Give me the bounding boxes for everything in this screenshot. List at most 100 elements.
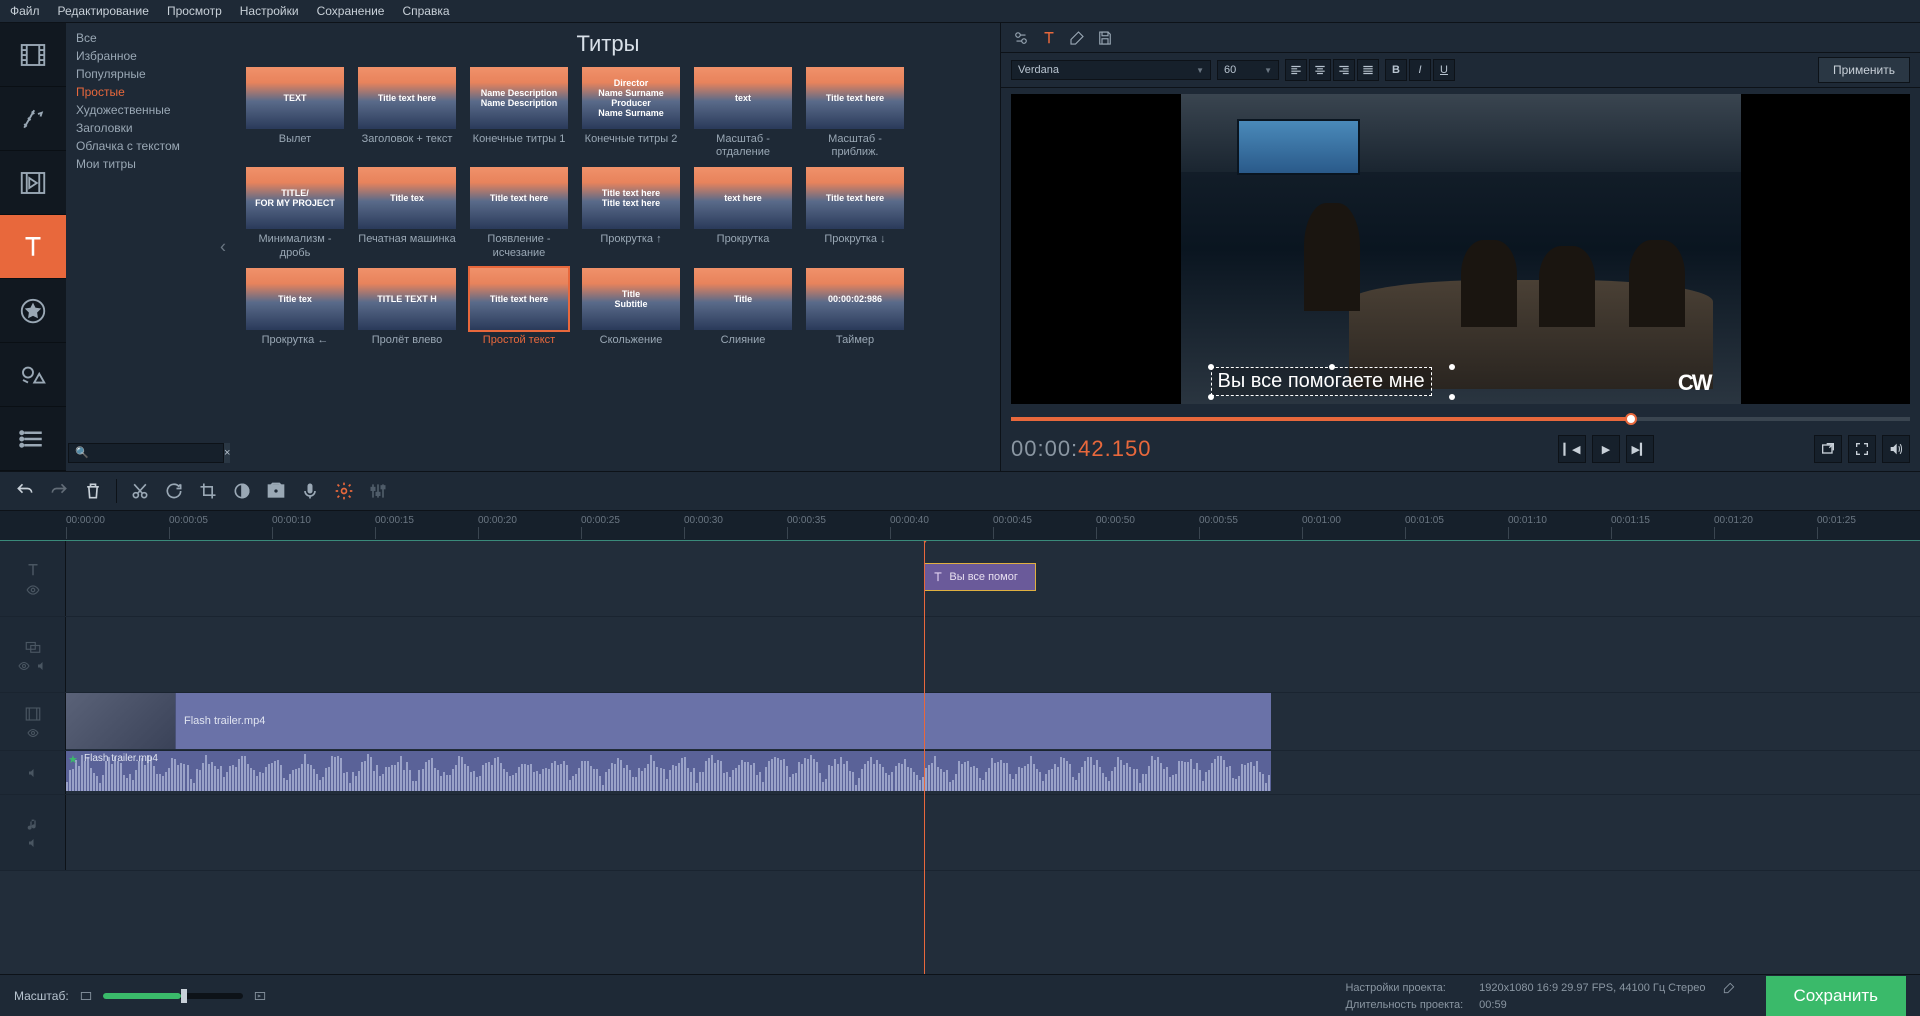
- preview-viewport[interactable]: Вы все помогаете мне CW: [1011, 94, 1910, 404]
- tile-label: Минимализм - дробь: [246, 233, 344, 259]
- vtab-stickers[interactable]: [0, 279, 66, 343]
- redo-button[interactable]: [44, 476, 74, 506]
- title-preset-tile[interactable]: TITLE/ FOR MY PROJECTМинимализм - дробь: [246, 167, 344, 259]
- delete-button[interactable]: [78, 476, 108, 506]
- timeline-ruler[interactable]: 00:00:0000:00:0500:00:1000:00:1500:00:20…: [0, 511, 1920, 541]
- clip-properties-button[interactable]: [329, 476, 359, 506]
- equalizer-button[interactable]: [363, 476, 393, 506]
- apply-button[interactable]: Применить: [1818, 57, 1910, 83]
- mute-icon[interactable]: [36, 660, 48, 672]
- title-preset-tile[interactable]: TEXTВылет: [246, 67, 344, 159]
- title-preset-tile[interactable]: 00:00:02:986Таймер: [806, 268, 904, 360]
- crop-button[interactable]: [193, 476, 223, 506]
- vtab-shapes[interactable]: [0, 343, 66, 407]
- title-clip[interactable]: Вы все помог: [924, 563, 1036, 591]
- edit-settings-icon[interactable]: [1722, 981, 1736, 995]
- title-preset-tile[interactable]: Title text hereЗаголовок + текст: [358, 67, 456, 159]
- visibility-icon[interactable]: [18, 660, 30, 672]
- record-audio-button[interactable]: [295, 476, 325, 506]
- volume-button[interactable]: [1882, 435, 1910, 463]
- visibility-icon[interactable]: [27, 727, 39, 739]
- title-preset-tile[interactable]: text hereПрокрутка: [694, 167, 792, 259]
- category-item[interactable]: Простые: [66, 83, 216, 101]
- tile-label: Прокрутка: [717, 233, 770, 259]
- cut-button[interactable]: [125, 476, 155, 506]
- title-preset-tile[interactable]: Title text hereПрокрутка ↓: [806, 167, 904, 259]
- rotate-button[interactable]: [159, 476, 189, 506]
- align-justify-button[interactable]: [1357, 59, 1379, 81]
- title-track[interactable]: Вы все помог: [0, 541, 1920, 617]
- vtab-transitions[interactable]: [0, 151, 66, 215]
- title-overlay-text[interactable]: Вы все помогаете мне: [1211, 367, 1432, 396]
- category-item[interactable]: Мои титры: [66, 155, 216, 173]
- fullscreen-button[interactable]: [1848, 435, 1876, 463]
- save-button[interactable]: Сохранить: [1766, 976, 1906, 1016]
- title-preset-tile[interactable]: Title text hereМасштаб - приближ.: [806, 67, 904, 159]
- timeline-toolbar: [0, 471, 1920, 511]
- save-preset-icon[interactable]: [1095, 28, 1115, 48]
- title-preset-tile[interactable]: textМасштаб - отдаление: [694, 67, 792, 159]
- vtab-media[interactable]: [0, 23, 66, 87]
- preview-scrubber[interactable]: [1011, 410, 1910, 427]
- menu-save[interactable]: Сохранение: [317, 4, 385, 18]
- align-left-button[interactable]: [1285, 59, 1307, 81]
- menu-edit[interactable]: Редактирование: [58, 4, 149, 18]
- font-family-select[interactable]: Verdana▼: [1011, 60, 1211, 80]
- video-clip[interactable]: Flash trailer.mp4: [66, 693, 1271, 749]
- zoom-slider[interactable]: [103, 993, 243, 999]
- color-adjust-button[interactable]: [227, 476, 257, 506]
- overlay-track[interactable]: [0, 617, 1920, 693]
- chevron-down-icon: ▼: [1264, 66, 1272, 75]
- vtab-titles[interactable]: [0, 215, 66, 279]
- title-preset-tile[interactable]: TITLE TEXT HПролёт влево: [358, 268, 456, 360]
- zoom-fit-icon[interactable]: [253, 989, 267, 1003]
- category-search-input[interactable]: [68, 443, 224, 463]
- text-properties-icon[interactable]: [1039, 28, 1059, 48]
- title-preset-tile[interactable]: Name Description Name DescriptionКонечны…: [470, 67, 568, 159]
- menu-file[interactable]: Файл: [10, 4, 40, 18]
- title-preset-tile[interactable]: Title text hereПростой текст: [470, 268, 568, 360]
- detach-preview-button[interactable]: [1814, 435, 1842, 463]
- underline-button[interactable]: U: [1433, 59, 1455, 81]
- title-preset-tile[interactable]: Title SubtitleСкольжение: [582, 268, 680, 360]
- zoom-out-icon[interactable]: [79, 989, 93, 1003]
- font-size-select[interactable]: 60▼: [1217, 60, 1279, 80]
- visibility-icon[interactable]: [26, 583, 40, 597]
- align-center-button[interactable]: [1309, 59, 1331, 81]
- category-item[interactable]: Все: [66, 29, 216, 47]
- category-item[interactable]: Популярные: [66, 65, 216, 83]
- next-frame-button[interactable]: ▶▎: [1626, 435, 1654, 463]
- video-track[interactable]: Flash trailer.mp4: [0, 693, 1920, 751]
- panel-title: Титры: [216, 23, 1000, 61]
- audio-track[interactable]: ★ Flash trailer.mp4: [0, 751, 1920, 795]
- clip-properties-icon[interactable]: [1011, 28, 1031, 48]
- menu-settings[interactable]: Настройки: [240, 4, 299, 18]
- category-item[interactable]: Заголовки: [66, 119, 216, 137]
- music-track[interactable]: [0, 795, 1920, 871]
- category-item[interactable]: Художественные: [66, 101, 216, 119]
- category-item[interactable]: Облачка с текстом: [66, 137, 216, 155]
- vertical-tool-tabs: [0, 23, 66, 471]
- align-right-button[interactable]: [1333, 59, 1355, 81]
- color-properties-icon[interactable]: [1067, 28, 1087, 48]
- title-preset-tile[interactable]: TitleСлияние: [694, 268, 792, 360]
- italic-button[interactable]: I: [1409, 59, 1431, 81]
- title-preset-tile[interactable]: Director Name Surname Producer Name Surn…: [582, 67, 680, 159]
- snapshot-button[interactable]: [261, 476, 291, 506]
- title-preset-tile[interactable]: Title texПрокрутка ←: [246, 268, 344, 360]
- play-button[interactable]: ▶: [1592, 435, 1620, 463]
- bold-button[interactable]: B: [1385, 59, 1407, 81]
- vtab-more[interactable]: [0, 407, 66, 471]
- mute-icon[interactable]: [27, 837, 39, 849]
- title-preset-tile[interactable]: Title texПечатная машинка: [358, 167, 456, 259]
- title-preset-tile[interactable]: Title text here Title text hereПрокрутка…: [582, 167, 680, 259]
- prev-frame-button[interactable]: ▎◀: [1558, 435, 1586, 463]
- audio-clip[interactable]: ★ Flash trailer.mp4: [66, 751, 1271, 791]
- title-preset-tile[interactable]: Title text hereПоявление - исчезание: [470, 167, 568, 259]
- menu-help[interactable]: Справка: [402, 4, 449, 18]
- vtab-filters[interactable]: [0, 87, 66, 151]
- menu-view[interactable]: Просмотр: [167, 4, 222, 18]
- category-item[interactable]: Избранное: [66, 47, 216, 65]
- mute-icon[interactable]: [27, 767, 39, 779]
- undo-button[interactable]: [10, 476, 40, 506]
